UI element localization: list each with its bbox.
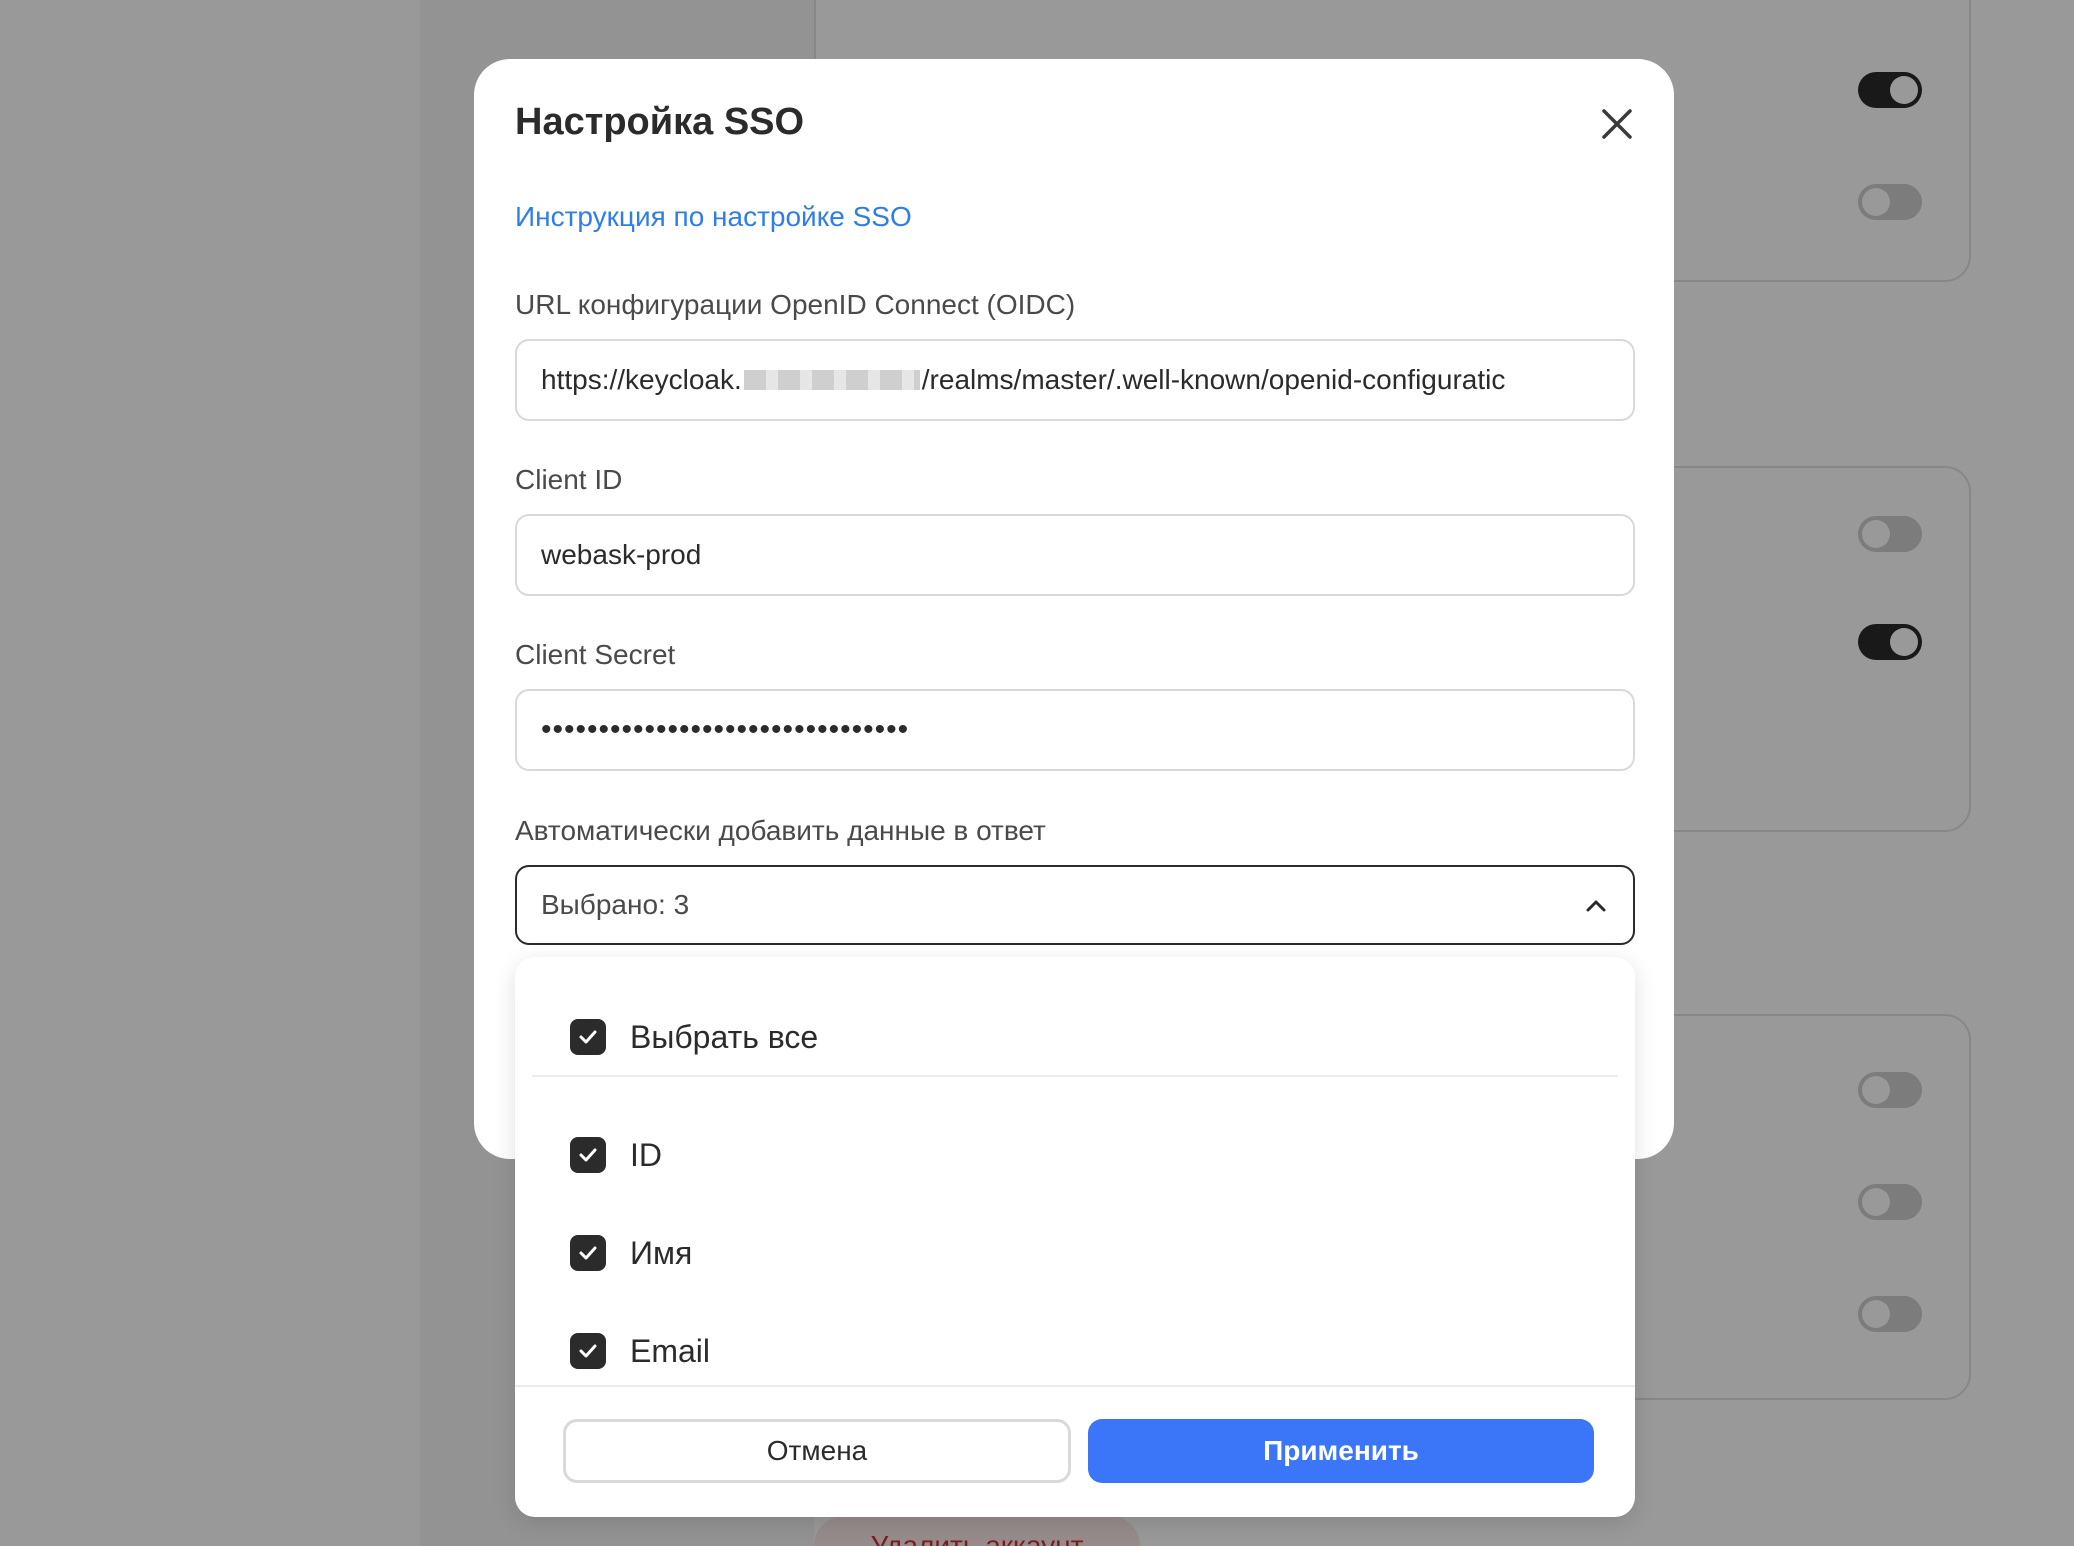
client-id-input[interactable] xyxy=(515,514,1635,596)
oidc-url-suffix: /realms/master/.well-known/openid-config… xyxy=(921,364,1506,395)
cancel-button[interactable]: Отмена xyxy=(563,1419,1071,1483)
redacted-domain xyxy=(743,370,920,390)
auto-add-data-select[interactable]: Выбрано: 3 xyxy=(515,865,1635,945)
sso-instruction-link[interactable]: Инструкция по настройке SSO xyxy=(515,201,912,233)
close-icon xyxy=(1602,109,1632,139)
check-icon xyxy=(579,1030,597,1044)
option-id[interactable]: ID xyxy=(570,1135,662,1175)
oidc-url-prefix: https://keycloak. xyxy=(541,364,742,395)
client-secret-input[interactable] xyxy=(515,689,1635,771)
check-icon xyxy=(579,1148,597,1162)
checkbox-checked[interactable] xyxy=(570,1137,606,1173)
checkbox-checked[interactable] xyxy=(570,1235,606,1271)
option-label: Email xyxy=(630,1332,711,1369)
chevron-up-icon xyxy=(1586,900,1606,912)
dropdown-footer-divider xyxy=(515,1385,1635,1387)
auto-add-data-dropdown: Выбрать все ID Имя Email Отмена Применит… xyxy=(515,957,1635,1517)
option-name[interactable]: Имя xyxy=(570,1233,692,1273)
auto-add-data-label: Автоматически добавить данные в ответ xyxy=(515,815,1046,846)
client-id-label: Client ID xyxy=(515,464,623,495)
modal-title: Настройка SSO xyxy=(515,101,805,143)
oidc-url-label: URL конфигурации OpenID Connect (OIDC) xyxy=(515,289,1076,320)
check-icon xyxy=(579,1344,597,1358)
dropdown-divider xyxy=(532,1075,1618,1077)
select-value: Выбрано: 3 xyxy=(541,889,690,920)
checkbox-checked[interactable] xyxy=(570,1333,606,1369)
apply-button[interactable]: Применить xyxy=(1088,1419,1594,1483)
close-button[interactable] xyxy=(1594,101,1640,147)
option-label: Имя xyxy=(630,1234,693,1271)
option-label: Выбрать все xyxy=(630,1018,819,1055)
option-select-all[interactable]: Выбрать все xyxy=(570,1017,818,1057)
option-label: ID xyxy=(630,1136,662,1173)
checkbox-checked[interactable] xyxy=(570,1019,606,1055)
check-icon xyxy=(579,1246,597,1260)
client-secret-label: Client Secret xyxy=(515,639,676,670)
oidc-url-input[interactable]: https://keycloak. /realms/master/.well-kn… xyxy=(515,339,1635,421)
option-email[interactable]: Email xyxy=(570,1331,710,1371)
